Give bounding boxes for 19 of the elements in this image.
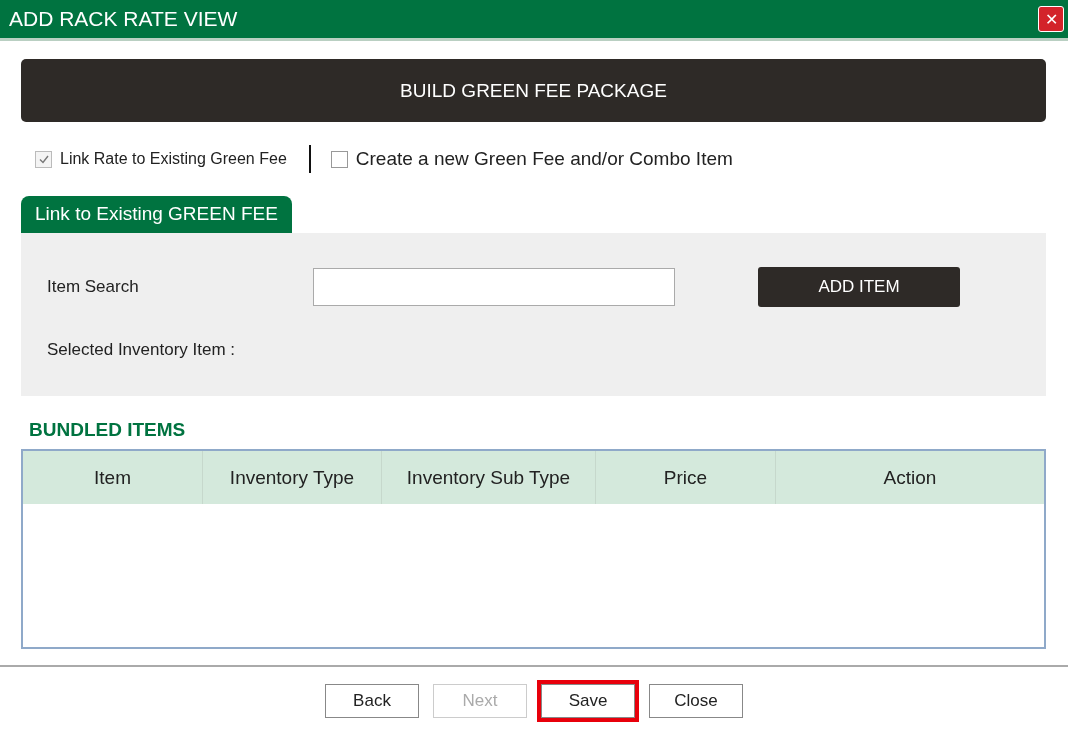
window-title: ADD RACK RATE VIEW bbox=[9, 7, 238, 31]
column-header: Inventory Sub Type bbox=[382, 451, 596, 504]
add-item-button[interactable]: ADD ITEM bbox=[758, 266, 960, 307]
bundled-title: BUNDLED ITEMS bbox=[29, 419, 186, 441]
check-icon bbox=[37, 153, 50, 165]
close-button[interactable]: ✕ bbox=[1038, 6, 1064, 32]
footer-button[interactable]: Close bbox=[649, 683, 743, 718]
column-header: Item bbox=[23, 451, 203, 504]
selected-item-label: Selected Inventory Item : bbox=[47, 340, 237, 360]
footer-button[interactable]: Back bbox=[325, 683, 419, 718]
checkbox-option[interactable]: Create a new Green Fee and/or Combo Item bbox=[330, 148, 733, 170]
column-header: Action bbox=[882, 465, 938, 490]
checkbox[interactable] bbox=[330, 150, 348, 168]
item-search-field[interactable] bbox=[313, 267, 675, 306]
item-search-label: Item Search bbox=[47, 276, 140, 297]
section-tab[interactable]: Link to Existing GREEN FEE bbox=[21, 196, 292, 233]
banner: BUILD GREEN FEE PACKAGE bbox=[21, 59, 1046, 122]
column-header: Price bbox=[596, 451, 776, 504]
column-header: Inventory Type bbox=[203, 451, 382, 504]
